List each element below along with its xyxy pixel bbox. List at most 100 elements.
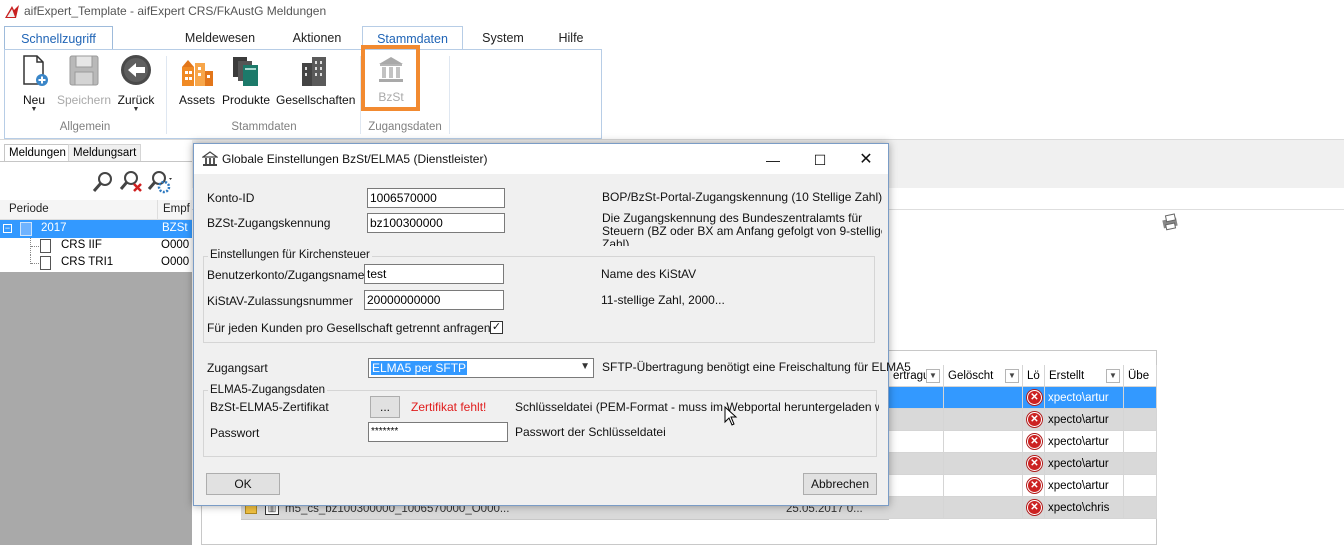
- companies-button[interactable]: Gesellschaften: [276, 53, 356, 107]
- passwort-input[interactable]: *******: [368, 422, 508, 442]
- bank-building-icon: [202, 151, 218, 166]
- zugangsart-label: Zugangsart: [207, 361, 268, 375]
- search-settings-icon[interactable]: [146, 170, 172, 194]
- zulassung-input[interactable]: 20000000000: [364, 290, 504, 310]
- back-arrow-icon: [121, 55, 151, 85]
- bzst-kennung-input[interactable]: bz100300000: [367, 213, 505, 233]
- zertifikat-hint: Schlüsseldatei (PEM-Format - muss im Web…: [515, 400, 879, 414]
- zertifikat-label: BzSt-ELMA5-Zertifikat: [210, 400, 329, 414]
- save-disk-icon: [69, 55, 99, 86]
- konto-id-label: Konto-ID: [207, 191, 255, 205]
- deleted-error-icon: ✕: [1027, 412, 1042, 427]
- filter-dropdown-icon[interactable]: ▼: [1106, 369, 1120, 383]
- browse-certificate-button[interactable]: ...: [370, 396, 400, 418]
- created-by-cell: xpecto\chris: [1045, 497, 1124, 519]
- table-row[interactable]: xpecto\artur: [889, 453, 1157, 475]
- benutzer-input[interactable]: test: [364, 264, 504, 284]
- tree-row-crs-iif[interactable]: CRS IIF O000: [0, 238, 192, 255]
- back-button[interactable]: Zurück ▼: [116, 53, 156, 113]
- column-header-periode[interactable]: Periode: [9, 203, 49, 215]
- products-stack-icon: [233, 57, 258, 86]
- elma5-group-title: ELMA5-Zugangsdaten: [208, 384, 328, 396]
- tab-meldewesen[interactable]: Meldewesen: [174, 26, 266, 50]
- save-button-label: Speichern: [56, 93, 112, 107]
- collapse-icon[interactable]: −: [3, 224, 12, 233]
- kirchensteuer-group-title: Einstellungen für Kirchensteuer: [208, 249, 372, 261]
- passwort-hint: Passwort der Schlüsseldatei: [515, 425, 666, 439]
- separate-request-checkbox[interactable]: ✓: [490, 321, 503, 334]
- column-header-loeschen[interactable]: Lö: [1023, 365, 1045, 387]
- print-icon[interactable]: [1161, 213, 1181, 231]
- window-title: aifExpert_Template - aifExpert CRS/FkAus…: [24, 4, 327, 18]
- benutzer-label: Benutzerkonto/Zugangsname: [207, 268, 365, 282]
- hint-line: Zahl): [602, 237, 630, 247]
- maximize-icon[interactable]: ☐: [797, 146, 843, 174]
- tab-meldungsart[interactable]: Meldungsart: [68, 144, 142, 162]
- tab-schnellzugriff[interactable]: Schnellzugriff: [4, 26, 113, 50]
- tree-row-2017[interactable]: − 2017 BZSt: [0, 220, 192, 238]
- group-label-zugangsdaten: Zugangsdaten: [368, 121, 442, 133]
- chevron-down-icon[interactable]: ▼: [580, 361, 590, 372]
- mouse-cursor-icon: [724, 406, 738, 426]
- table-row[interactable]: xpecto\chris: [889, 497, 1157, 519]
- checkbox-label: Für jeden Kunden pro Gesellschaft getren…: [207, 321, 491, 335]
- column-header-empfaenger[interactable]: Empf: [163, 203, 190, 215]
- tree-row-recipient: O000: [161, 239, 190, 251]
- filter-dropdown-icon[interactable]: ▼: [1005, 369, 1019, 383]
- table-row[interactable]: xpecto\artur: [889, 431, 1157, 453]
- konto-id-input[interactable]: 1006570000: [367, 188, 505, 208]
- deleted-error-icon: ✕: [1027, 434, 1042, 449]
- passwort-label: Passwort: [210, 426, 260, 440]
- group-label-allgemein: Allgemein: [59, 121, 111, 133]
- bzst-kennung-label: BZSt-Zugangskennung: [207, 216, 331, 230]
- column-header-geloescht[interactable]: Gelöscht ▼: [944, 365, 1023, 387]
- bzst-highlight-frame: [361, 45, 420, 111]
- tab-system[interactable]: System: [472, 26, 534, 50]
- created-by-cell: xpecto\artur: [1045, 409, 1124, 431]
- minimize-icon[interactable]: —: [750, 146, 796, 174]
- new-button[interactable]: Neu ▼: [16, 53, 52, 113]
- assets-button[interactable]: Assets: [179, 53, 215, 107]
- table-row[interactable]: xpecto\artur: [889, 475, 1157, 497]
- cancel-button[interactable]: Abbrechen: [803, 473, 877, 495]
- save-button[interactable]: Speichern: [56, 53, 112, 107]
- column-header-uebermittelt[interactable]: Übe: [1124, 365, 1157, 387]
- table-row[interactable]: xpecto\artur: [889, 387, 1157, 409]
- created-by-cell: xpecto\artur: [1045, 431, 1124, 453]
- konto-id-hint: BOP/BzSt-Portal-Zugangskennung (10 Stell…: [602, 190, 883, 204]
- window-titlebar: aifExpert_Template - aifExpert CRS/FkAus…: [0, 0, 1344, 24]
- document-icon: [40, 239, 51, 253]
- products-button-label: Produkte: [222, 93, 271, 107]
- filter-dropdown-icon[interactable]: ▼: [926, 369, 940, 383]
- column-divider: [157, 200, 158, 220]
- search-icon[interactable]: [90, 170, 116, 194]
- tab-hilfe[interactable]: Hilfe: [546, 26, 596, 50]
- column-header-erstellt[interactable]: Erstellt ▼: [1045, 365, 1124, 387]
- group-label-stammdaten: Stammdaten: [231, 121, 297, 133]
- tree-row-crs-tri1[interactable]: CRS TRI1 O000: [0, 255, 192, 272]
- dialog-title: Globale Einstellungen BzSt/ELMA5 (Dienst…: [222, 152, 488, 166]
- close-icon[interactable]: ✕: [843, 146, 889, 174]
- tree-row-label: 2017: [41, 222, 67, 234]
- ok-button[interactable]: OK: [206, 473, 280, 495]
- zugangsart-select[interactable]: ELMA5 per SFTP ▼: [368, 358, 594, 378]
- companies-button-label: Gesellschaften: [276, 93, 356, 107]
- tab-meldungen[interactable]: Meldungen: [4, 144, 71, 162]
- table-row[interactable]: xpecto\artur: [889, 409, 1157, 431]
- tree-row-label: CRS TRI1: [61, 256, 114, 268]
- deleted-error-icon: ✕: [1027, 500, 1042, 515]
- zugangsart-hint: SFTP-Übertragung benötigt eine Freischal…: [602, 360, 911, 374]
- products-button[interactable]: Produkte: [222, 53, 270, 107]
- tree-line: [31, 263, 39, 264]
- benutzer-hint: Name des KiStAV: [601, 267, 697, 281]
- chevron-down-icon: ▼: [132, 106, 140, 113]
- tab-aktionen[interactable]: Aktionen: [278, 26, 356, 50]
- clear-search-icon[interactable]: [118, 170, 144, 194]
- deleted-error-icon: ✕: [1027, 478, 1042, 493]
- left-panel-empty-area: [0, 272, 192, 545]
- dialog-titlebar: Globale Einstellungen BzSt/ELMA5 (Dienst…: [194, 144, 888, 174]
- created-by-cell: xpecto\artur: [1045, 475, 1124, 497]
- back-button-label: Zurück: [117, 93, 155, 107]
- app-logo-icon: [5, 5, 19, 18]
- tree-row-recipient: BZSt: [162, 222, 188, 234]
